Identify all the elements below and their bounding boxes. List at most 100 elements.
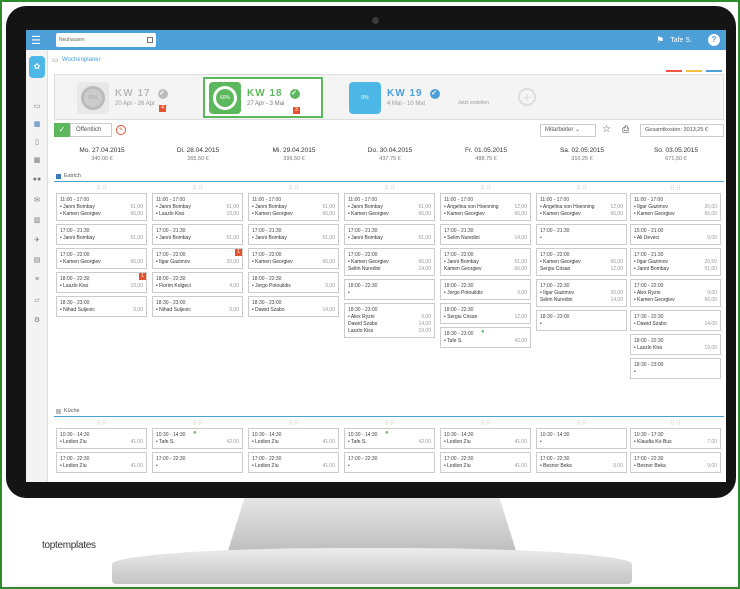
shift-assignment[interactable]: • Dawid Szabo 14,00	[252, 307, 335, 314]
shift-card[interactable]: 17:00 - 22:30 • Ledion Ziu 41,00	[440, 452, 531, 473]
mail-icon[interactable]: ✉	[30, 196, 44, 204]
shift-assignment[interactable]: • Janni Bombay 51,00	[348, 235, 431, 242]
shift-assignment[interactable]: • Janni Bombay 51,00	[252, 204, 335, 211]
shift-card[interactable]: 17:00 - 22:30 • Ledion Ziu 41,00	[56, 452, 147, 473]
shift-card[interactable]: 17:00 - 22:00 • Ilgar Gazimov 20,00 1	[152, 248, 243, 269]
shift-card[interactable]: 17:00 - 22:00 • Alex Ryzni 9,00 • Kamen Geo…	[630, 279, 721, 307]
shift-card[interactable]: 10:30 - 14:30 • Tafe S. 42,00 ●	[344, 428, 435, 449]
shift-assignment[interactable]: • Kamen Georgiev 66,00	[444, 211, 527, 218]
folder-icon[interactable]: ▱	[30, 296, 44, 304]
shift-assignment[interactable]: • Kamen Georgiev 66,00	[348, 211, 431, 218]
shift-assignment[interactable]: • Kamen Georgiev 66,00	[540, 259, 623, 266]
shift-card[interactable]: 17:00 - 21:30 • Janni Bombay 51,00	[152, 224, 243, 245]
shift-card[interactable]: 10:30 - 14:30 • Ledion Ziu 41,00	[440, 428, 531, 449]
shift-card[interactable]: 10:30 - 14:30 • Ledion Ziu 41,00	[248, 428, 339, 449]
shift-card[interactable]: 18:00 - 22:30 •	[344, 279, 435, 300]
drag-handle-icon[interactable]: ⠿ ⠿	[344, 185, 435, 193]
calendar-small-icon[interactable]: ▤	[30, 256, 44, 264]
shift-assignment[interactable]: • Ilgar Gazimov 20,00	[634, 204, 717, 211]
shift-assignment[interactable]: • Ilgar Gazimov 20,00	[540, 290, 623, 297]
phone-icon[interactable]: ▯	[30, 138, 44, 146]
shift-card[interactable]: 17:00 - 21:30 • Janni Bombay 51,00	[248, 224, 339, 245]
shift-assignment[interactable]: • Florim Kolgeci 4,00	[156, 283, 239, 290]
drag-handle-icon[interactable]: ⠿ ⠿	[536, 420, 627, 428]
shift-assignment[interactable]: • Ledion Ziu 41,00	[252, 439, 335, 446]
day-header[interactable]: Mo. 27.04.2015 340,00 €	[54, 147, 150, 162]
shift-card[interactable]: 18:00 - 22:30 • Florim Kolgeci 4,00	[152, 272, 243, 293]
user-name[interactable]: Tafe S.	[670, 37, 692, 44]
shift-card[interactable]: 17:00 - 22:30 • Ledion Ziu 41,00	[248, 452, 339, 473]
list-icon[interactable]: ≡	[30, 276, 44, 283]
shift-assignment[interactable]: • Janni Bombay 51,00	[156, 204, 239, 211]
shift-assignment[interactable]: • Besnor Beka 9,00	[540, 463, 623, 470]
shift-assignment[interactable]: •	[634, 369, 717, 376]
shift-card[interactable]: 18:30 - 23:00 •	[536, 310, 627, 331]
shift-assignment[interactable]: • Ledion Ziu 41,00	[444, 439, 527, 446]
shift-assignment[interactable]: • Kamen Georgiev 66,00	[634, 211, 717, 218]
shift-assignment[interactable]: • Nihad Suljevic 9,00	[156, 307, 239, 314]
shift-assignment[interactable]: • Ilgar Gazimov 20,50	[634, 259, 717, 266]
shift-card[interactable]: 17:30 - 22:30 • Dawid Szabo 14,00	[630, 310, 721, 331]
shift-card[interactable]: 10:30 - 14:30 • Tafe S. 42,00 ●	[152, 428, 243, 449]
shift-card[interactable]: 18:00 - 22:30 • Jorgo Potoulidis 9,00	[248, 272, 339, 293]
drag-handle-icon[interactable]: ⠿ ⠿	[440, 185, 531, 193]
shift-assignment[interactable]: • Selim Nuredini 14,00	[444, 235, 527, 242]
chart-icon[interactable]: ▥	[30, 216, 44, 224]
shift-assignment[interactable]: • Janni Bombay 51,00	[444, 259, 527, 266]
week-card[interactable]: 60% KW 17 ✓ 20 Apr - 26 Apr 4	[73, 79, 185, 116]
shift-assignment[interactable]: • Nihad Suljevic 9,00	[60, 307, 143, 314]
location-select[interactable]: Neuhausen	[56, 33, 156, 47]
shift-card[interactable]: 11:00 - 17:00 • Janni Bombay 51,00 • Kamen …	[248, 193, 339, 221]
public-button[interactable]: Öffentlich	[70, 123, 112, 137]
shift-card[interactable]: 17:00 - 22:30 • Besnor Beka 9,00	[630, 452, 721, 473]
shift-assignment[interactable]: • Janni Bombay 51,00	[634, 266, 717, 273]
shift-assignment[interactable]: • Angelina von Hoenning 12,00	[444, 204, 527, 211]
shift-card[interactable]: 10:30 - 14:30 • Ledion Ziu 41,00	[56, 428, 147, 449]
plane-icon[interactable]: ✈	[30, 236, 44, 244]
shift-assignment[interactable]: • Ledion Ziu 41,00	[444, 463, 527, 470]
shift-card[interactable]: 17:00 - 21:30 • Janni Bombay 51,00	[56, 224, 147, 245]
shift-assignment[interactable]: •	[348, 463, 431, 470]
shift-assignment[interactable]: • Kamen Georgiev 66,00	[348, 259, 431, 266]
shift-assignment[interactable]: Selim Nuredini 14,00	[348, 266, 431, 273]
shift-card[interactable]: 17:00 - 21:30 • Selim Nuredini 14,00	[440, 224, 531, 245]
shift-assignment[interactable]: • Laszlo Kiss 19,00	[60, 283, 143, 290]
shift-assignment[interactable]: • Ledion Ziu 41,00	[60, 463, 143, 470]
shift-card[interactable]: 10:30 - 17:30 • Klaudia Ko-Bus 7,00	[630, 428, 721, 449]
settings-icon[interactable]: ⚙	[30, 316, 44, 324]
shift-assignment[interactable]: • Janni Bombay 51,00	[348, 204, 431, 211]
edit-circle-icon[interactable]: ✎	[116, 125, 126, 135]
week-card[interactable]: 0% KW 19 ✓ 4 Mai - 10 Mai	[345, 79, 455, 116]
drag-handle-icon[interactable]: ⠿ ⠿	[152, 420, 243, 428]
app-logo[interactable]: ✿	[29, 56, 45, 78]
shift-assignment[interactable]: • Kamen Georgiev 66,00	[60, 259, 143, 266]
shift-assignment[interactable]: Laszlo Kiss 19,00	[348, 328, 431, 335]
shift-card[interactable]: 18:00 - 22:30 • Laszlo Kiss 19,00 1	[56, 272, 147, 293]
star-icon[interactable]: ☆	[602, 124, 611, 135]
shift-assignment[interactable]: • Ilgar Gazimov 20,00	[156, 259, 239, 266]
shift-assignment[interactable]: • Angelina von Hoenning 12,00	[540, 204, 623, 211]
shift-card[interactable]: 18:30 - 23:00 • Nihad Suljevic 9,00	[152, 296, 243, 317]
create-week-label[interactable]: Jetzt erstellen	[458, 100, 489, 106]
hamburger-menu-icon[interactable]: ☰	[26, 34, 46, 47]
day-header[interactable]: Sa. 02.05.2015 310,25 €	[534, 147, 630, 162]
add-week-icon[interactable]: +	[518, 88, 536, 106]
drag-handle-icon[interactable]: ⠿ ⠿	[56, 420, 147, 428]
shift-card[interactable]: 15:00 - 21:00 • Ali Deveci 9,00	[630, 224, 721, 245]
day-header[interactable]: So. 03.05.2015 671,50 €	[628, 147, 724, 162]
day-header[interactable]: Fr. 01.05.2015 488,75 €	[438, 147, 534, 162]
section-estrich[interactable]: Estrich	[56, 173, 81, 179]
shift-assignment[interactable]: • Jorgo Potoulidis 9,00	[252, 283, 335, 290]
shift-card[interactable]: 18:30 - 23:00 •	[630, 358, 721, 379]
calendar-icon[interactable]: ▦	[30, 120, 44, 128]
shift-card[interactable]: 17:00 - 22:30 • Ilgar Gazimov 20,00 Selim N…	[536, 279, 627, 307]
shift-assignment[interactable]: Kamen Georgiev 66,00	[444, 266, 527, 273]
drag-handle-icon[interactable]: ⠿ ⠿	[152, 185, 243, 193]
shift-assignment[interactable]: •	[540, 235, 623, 242]
shift-assignment[interactable]: • Besnor Beka 9,00	[634, 463, 717, 470]
monitor-icon[interactable]: ▭	[30, 102, 44, 110]
shift-card[interactable]: 17:00 - 22:00 • Kamen Georgiev 66,00	[56, 248, 147, 269]
shift-assignment[interactable]: • Ledion Ziu 41,00	[252, 463, 335, 470]
shift-card[interactable]: 10:30 - 14:30 •	[536, 428, 627, 449]
shift-assignment[interactable]: • Alex Ryzni 9,00	[348, 314, 431, 321]
